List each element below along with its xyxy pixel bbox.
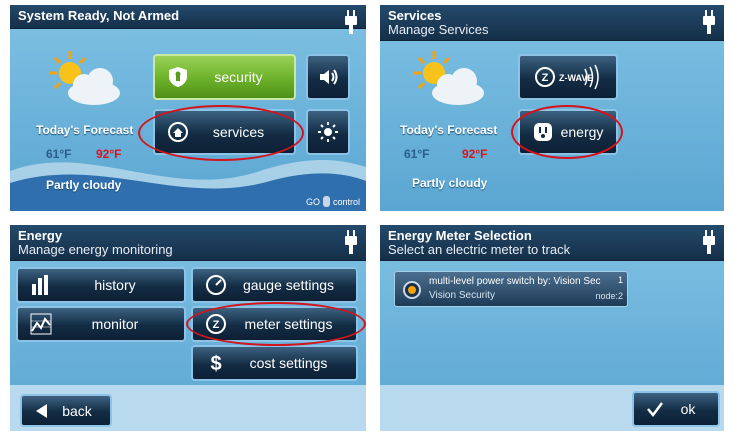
outlet-icon bbox=[534, 123, 552, 141]
bar-chart-icon bbox=[32, 275, 48, 295]
low-temp: 61°F bbox=[404, 147, 430, 161]
meter-node: node:2 bbox=[595, 291, 623, 301]
title-bar: Energy Manage energy monitoring bbox=[10, 225, 366, 261]
home-screen-panel: System Ready, Not Armed Today's Forecast… bbox=[10, 5, 366, 211]
monitor-button[interactable]: monitor bbox=[16, 306, 186, 342]
high-temp: 92°F bbox=[462, 147, 488, 161]
svg-text:Z: Z bbox=[542, 72, 549, 84]
dollar-icon: $ bbox=[210, 353, 221, 374]
page-subtitle: Manage Services bbox=[388, 22, 489, 37]
energy-label: energy bbox=[560, 124, 604, 140]
services-button[interactable]: services bbox=[153, 109, 296, 155]
history-label: history bbox=[94, 277, 136, 293]
speaker-icon bbox=[320, 69, 338, 85]
page-title: System Ready, Not Armed bbox=[18, 8, 180, 23]
sun-cloud-icon bbox=[50, 51, 120, 105]
ok-label: ok bbox=[680, 401, 696, 417]
zwave-button[interactable]: Z Z-WAVE bbox=[518, 54, 618, 100]
monitor-label: monitor bbox=[91, 316, 139, 332]
svg-text:Z: Z bbox=[213, 319, 220, 331]
meter-list-item[interactable]: multi-level power switch by: Vision Sec … bbox=[394, 271, 628, 307]
forecast-condition: Partly cloudy bbox=[412, 176, 488, 190]
sun-cloud-icon bbox=[414, 51, 484, 105]
svg-text:$: $ bbox=[210, 353, 221, 374]
gocontrol-logo: GO control bbox=[306, 196, 360, 207]
meter-settings-button[interactable]: Z meter settings bbox=[191, 306, 358, 342]
cost-settings-button[interactable]: $ cost settings bbox=[191, 345, 358, 381]
page-subtitle: Select an electric meter to track bbox=[388, 242, 571, 257]
logo-mark bbox=[322, 196, 330, 207]
ok-button[interactable]: ok bbox=[632, 391, 720, 427]
energy-panel: Energy Manage energy monitoring history … bbox=[10, 225, 366, 431]
low-temp: 61°F bbox=[46, 147, 72, 161]
gauge-settings-label: gauge settings bbox=[242, 277, 335, 293]
back-label: back bbox=[62, 402, 92, 419]
services-panel: Services Manage Services Today's Forecas… bbox=[380, 5, 724, 211]
meter-radio[interactable] bbox=[403, 281, 421, 299]
forecast-label: Today's Forecast bbox=[36, 123, 134, 137]
volume-button[interactable] bbox=[306, 54, 350, 100]
gauge-settings-button[interactable]: gauge settings bbox=[191, 267, 358, 303]
back-arrow-icon bbox=[36, 403, 47, 418]
forecast-label: Today's Forecast bbox=[400, 123, 498, 137]
meter-vendor: Vision Security bbox=[429, 290, 495, 301]
title-bar: Energy Meter Selection Select an electri… bbox=[380, 225, 724, 261]
forecast-condition: Partly cloudy bbox=[46, 178, 122, 192]
meter-selection-panel: Energy Meter Selection Select an electri… bbox=[380, 225, 724, 431]
checkmark-icon bbox=[647, 402, 663, 418]
plug-icon[interactable] bbox=[344, 230, 358, 254]
zwave-text: Z-WAVE bbox=[559, 73, 593, 83]
meter-name: multi-level power switch by: Vision Sec bbox=[429, 276, 601, 287]
zwave-small-icon: Z bbox=[206, 314, 226, 334]
page-title: Energy bbox=[18, 228, 63, 243]
plug-icon[interactable] bbox=[702, 10, 716, 34]
brightness-button[interactable] bbox=[306, 109, 350, 155]
back-button[interactable]: back bbox=[20, 394, 112, 427]
cost-settings-label: cost settings bbox=[249, 355, 328, 371]
services-label: services bbox=[212, 124, 265, 140]
page-subtitle: Manage energy monitoring bbox=[18, 242, 173, 257]
security-button[interactable]: security bbox=[153, 54, 296, 100]
page-title: Services bbox=[388, 8, 442, 23]
logo-text-left: GO bbox=[305, 196, 320, 207]
security-label: security bbox=[214, 69, 263, 85]
plug-icon[interactable] bbox=[702, 230, 716, 254]
history-button[interactable]: history bbox=[16, 267, 186, 303]
energy-button[interactable]: energy bbox=[518, 109, 618, 155]
meter-settings-label: meter settings bbox=[244, 316, 333, 332]
logo-text-right: control bbox=[332, 196, 360, 207]
brightness-icon bbox=[318, 122, 338, 142]
plug-icon[interactable] bbox=[344, 10, 358, 34]
meter-number: 1 bbox=[617, 275, 623, 285]
zwave-icon: Z Z-WAVE bbox=[535, 64, 599, 90]
title-bar: System Ready, Not Armed bbox=[10, 5, 366, 34]
home-refresh-icon bbox=[168, 122, 188, 142]
shield-icon bbox=[169, 67, 187, 87]
page-title: Energy Meter Selection bbox=[388, 228, 532, 243]
line-chart-icon bbox=[30, 313, 52, 335]
high-temp: 92°F bbox=[96, 147, 122, 161]
title-bar: Services Manage Services bbox=[380, 5, 724, 41]
gauge-icon bbox=[206, 275, 226, 295]
